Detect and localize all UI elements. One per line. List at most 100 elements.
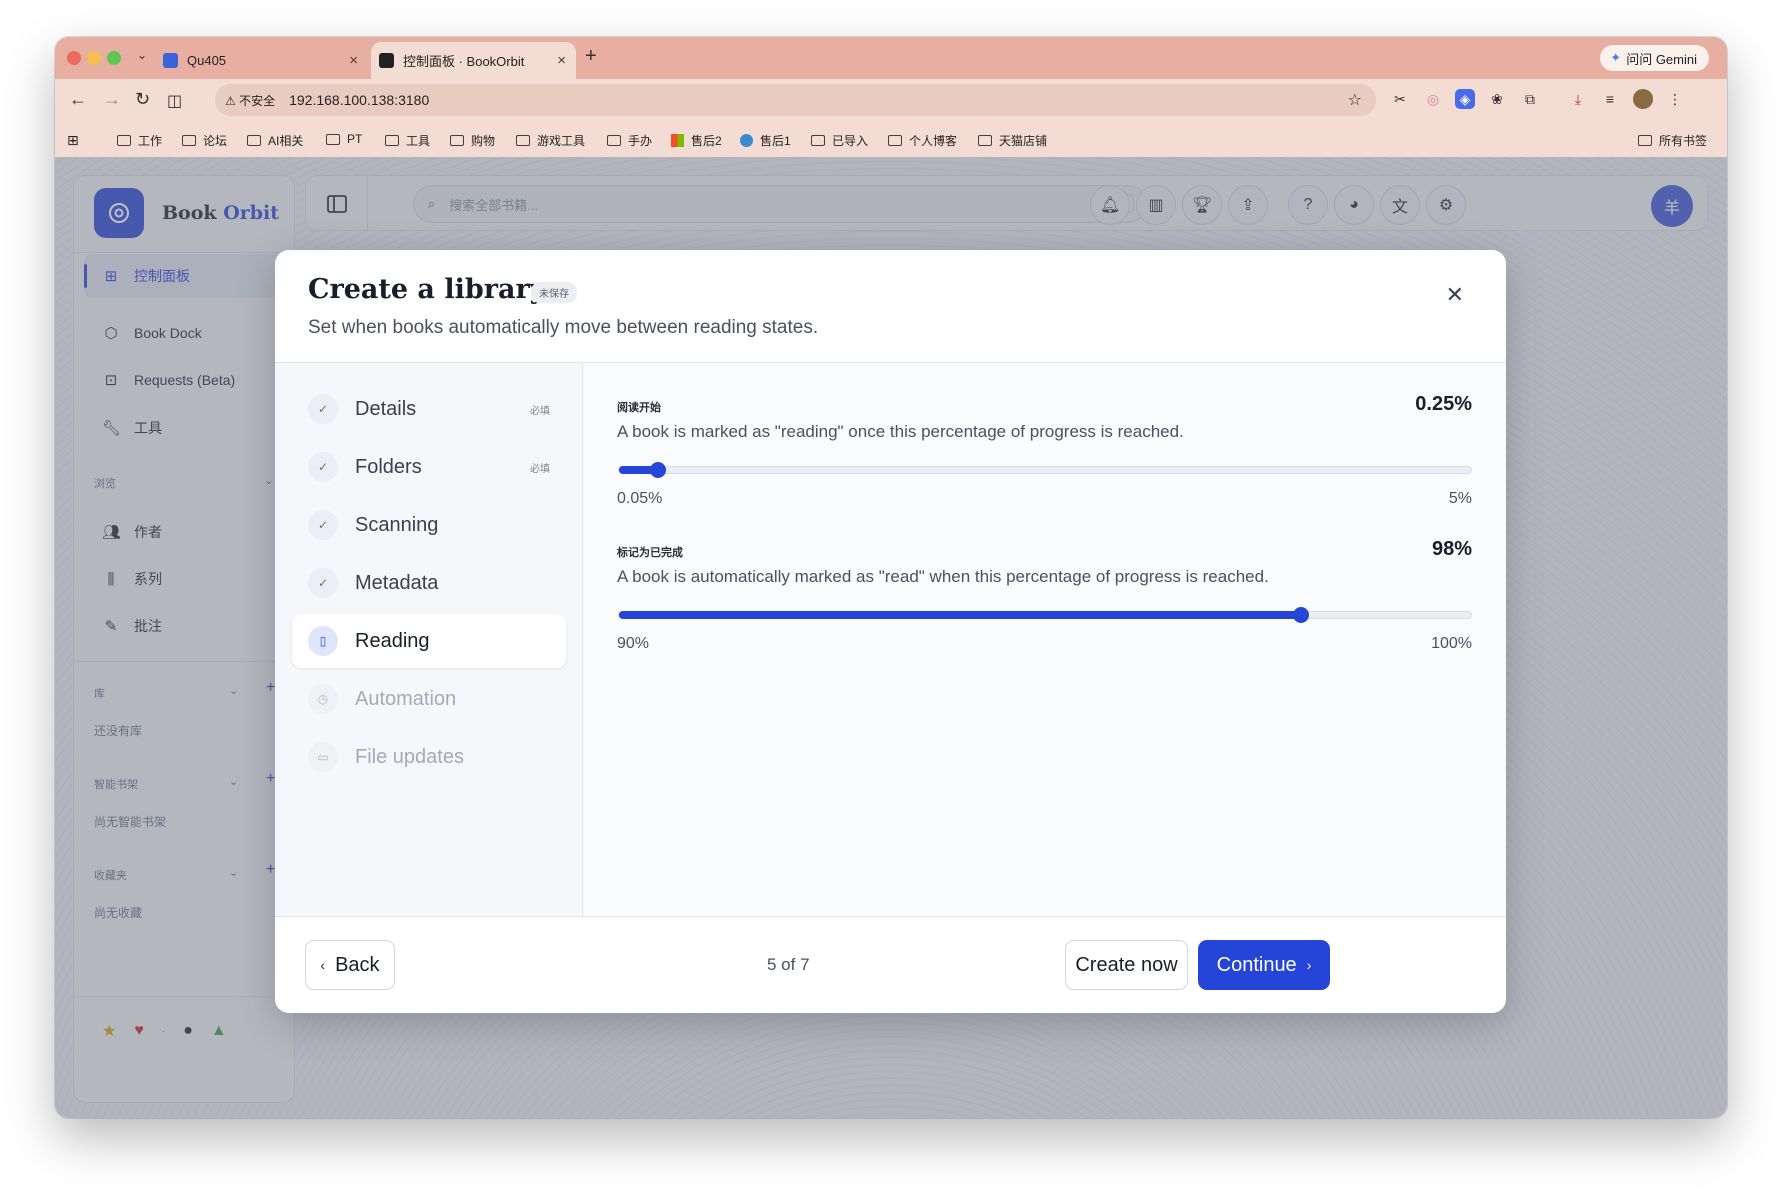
browser-menu-icon[interactable]: ⋮	[1665, 89, 1685, 109]
mark-finished-max: 100%	[1431, 635, 1472, 652]
slider-thumb[interactable]	[1292, 607, 1309, 623]
reading-start-value: 0.25%	[1415, 393, 1472, 415]
bookmark-item[interactable]: 天猫店铺	[978, 132, 1047, 149]
chevron-left-icon: ‹	[320, 957, 326, 973]
extension-puzzle-icon[interactable]: ✂	[1390, 89, 1410, 109]
url-text: 192.168.100.138:3180	[289, 92, 430, 108]
step-folders[interactable]: ✓ Folders 必填	[292, 440, 566, 494]
bookmark-star-icon[interactable]: ☆	[1348, 90, 1362, 110]
bookmark-item[interactable]: 售后2	[671, 132, 722, 149]
address-bar[interactable]: ⚠ 不安全 192.168.100.138:3180 ☆	[215, 84, 1376, 116]
tab-title: 控制面板 · BookOrbit	[403, 54, 525, 69]
extension-blue-icon[interactable]: ◈	[1455, 89, 1475, 109]
reading-start-max: 5%	[1448, 490, 1472, 507]
profile-avatar-icon[interactable]	[1633, 89, 1653, 109]
folder-icon	[607, 135, 621, 146]
required-tag: 必填	[530, 405, 550, 417]
browser-toolbar: ← → ↻ ◫ ⚠ 不安全 192.168.100.138:3180 ☆ ✂ ◎…	[55, 79, 1727, 123]
tab-close-icon[interactable]: ×	[557, 52, 566, 69]
file-icon: ▭	[308, 742, 338, 772]
continue-button[interactable]: Continue ›	[1198, 940, 1330, 990]
step-scanning[interactable]: ✓ Scanning	[292, 498, 566, 552]
extension-pink-icon[interactable]: ◎	[1423, 89, 1443, 109]
tab-bookorbit[interactable]: 控制面板 · BookOrbit ×	[371, 42, 576, 79]
bookmark-item[interactable]: 论坛	[182, 132, 227, 149]
step-list: ✓ Details 必填 ✓ Folders 必填 ✓ Scanning ✓ Metadat…	[275, 363, 583, 916]
qu405-favicon-icon	[163, 53, 178, 68]
step-details[interactable]: ✓ Details 必填	[292, 382, 566, 436]
extension-openai-icon[interactable]: ❀	[1487, 89, 1507, 109]
create-now-button[interactable]: Create now	[1065, 940, 1188, 990]
folder-icon	[888, 135, 902, 146]
folder-icon	[1638, 135, 1652, 146]
bookmark-item[interactable]: 手办	[607, 132, 652, 149]
reading-start-slider[interactable]	[618, 462, 1472, 478]
mark-finished-value: 98%	[1431, 538, 1472, 560]
create-library-dialog: Create a library 未保存 Set when books auto…	[275, 250, 1506, 1013]
folder-icon	[247, 135, 261, 146]
tab-qu405[interactable]: Qu405 ×	[163, 42, 368, 79]
bookorbit-favicon-icon	[379, 53, 394, 68]
folder-icon	[978, 135, 992, 146]
dialog-footer: ‹ Back 5 of 7 Create now Continue ›	[275, 916, 1506, 1013]
tab-title: Qu405	[187, 53, 227, 68]
browser-window: ⌄ Qu405 × 控制面板 · BookOrbit × + ✦ 问问 Gemi…	[55, 37, 1727, 1118]
media-list-icon[interactable]: ≡	[1600, 89, 1620, 109]
apps-grid-icon[interactable]: ⊞	[67, 132, 79, 149]
folder-icon	[117, 135, 131, 146]
step-reading[interactable]: ▯ Reading	[292, 614, 566, 668]
gemini-button[interactable]: ✦ 问问 Gemini	[1600, 45, 1709, 71]
minimize-window-button[interactable]	[87, 51, 101, 65]
reading-start-min: 0.05%	[617, 490, 663, 507]
new-tab-button[interactable]: +	[585, 45, 597, 68]
dialog-title: Create a library	[308, 274, 546, 305]
step-file-updates: ▭ File updates	[292, 730, 566, 784]
close-window-button[interactable]	[67, 51, 81, 65]
bookmark-item[interactable]: 已导入	[811, 132, 868, 149]
bookmark-item[interactable]: 购物	[450, 132, 495, 149]
bookmark-item[interactable]: 工作	[117, 132, 162, 149]
globe-icon	[740, 134, 753, 147]
split-view-icon[interactable]: ◫	[167, 91, 182, 111]
bookmark-item[interactable]: 个人博客	[888, 132, 957, 149]
dialog-header: Create a library 未保存 Set when books auto…	[275, 250, 1506, 363]
dialog-subtitle: Set when books automatically move betwee…	[308, 317, 819, 338]
download-icon[interactable]: ⤓	[1568, 89, 1588, 109]
step-counter: 5 of 7	[767, 955, 810, 974]
check-icon: ✓	[308, 394, 338, 424]
unsaved-badge: 未保存	[531, 282, 577, 303]
mark-finished-slider[interactable]	[618, 607, 1472, 623]
back-arrow-icon[interactable]: ←	[69, 89, 87, 110]
bookmarks-bar: ⊞ 工作 论坛 AI相关 PT 工具 购物 游戏工具 手办 售后2 售后1 已导…	[55, 123, 1727, 157]
bookmark-item[interactable]: AI相关	[247, 132, 303, 149]
clock-icon: ◷	[308, 684, 338, 714]
folder-icon	[811, 135, 825, 146]
app-page: Book Orbit ⊞ 控制面板 ⬡ Book Dock ⊡ Requests (B…	[55, 157, 1727, 1118]
reload-icon[interactable]: ↻	[135, 89, 150, 110]
mark-finished-min: 90%	[617, 635, 650, 652]
tab-bar: ⌄ Qu405 × 控制面板 · BookOrbit × + ✦ 问问 Gemi…	[55, 37, 1727, 79]
gemini-label: 问问 Gemini	[1626, 51, 1697, 67]
zoom-window-button[interactable]	[107, 51, 121, 65]
back-button[interactable]: ‹ Back	[305, 940, 395, 990]
tab-close-icon[interactable]: ×	[349, 52, 358, 69]
check-icon: ✓	[308, 568, 338, 598]
step-automation: ◷ Automation	[292, 672, 566, 726]
bookmark-item[interactable]: PT	[326, 132, 362, 146]
slider-thumb[interactable]	[649, 462, 666, 478]
mark-finished-label: 标记为已完成	[617, 547, 683, 559]
close-icon[interactable]: ✕	[1446, 282, 1464, 308]
folder-icon	[450, 135, 464, 146]
step-metadata[interactable]: ✓ Metadata	[292, 556, 566, 610]
extensions-icon[interactable]: ⧉	[1520, 89, 1540, 109]
all-bookmarks[interactable]: 所有书签	[1638, 132, 1707, 149]
bookmark-item[interactable]: 工具	[385, 132, 430, 149]
folder-icon	[385, 135, 399, 146]
bookmark-item[interactable]: 游戏工具	[516, 132, 585, 149]
bookmark-item[interactable]: 售后1	[740, 132, 791, 149]
security-warning[interactable]: ⚠ 不安全	[225, 92, 275, 109]
forward-arrow-icon[interactable]: →	[103, 89, 121, 110]
reading-settings: 阅读开始 0.25% A book is marked as "reading"…	[584, 363, 1506, 916]
tab-list-chevron-icon[interactable]: ⌄	[137, 48, 147, 62]
check-icon: ✓	[308, 510, 338, 540]
